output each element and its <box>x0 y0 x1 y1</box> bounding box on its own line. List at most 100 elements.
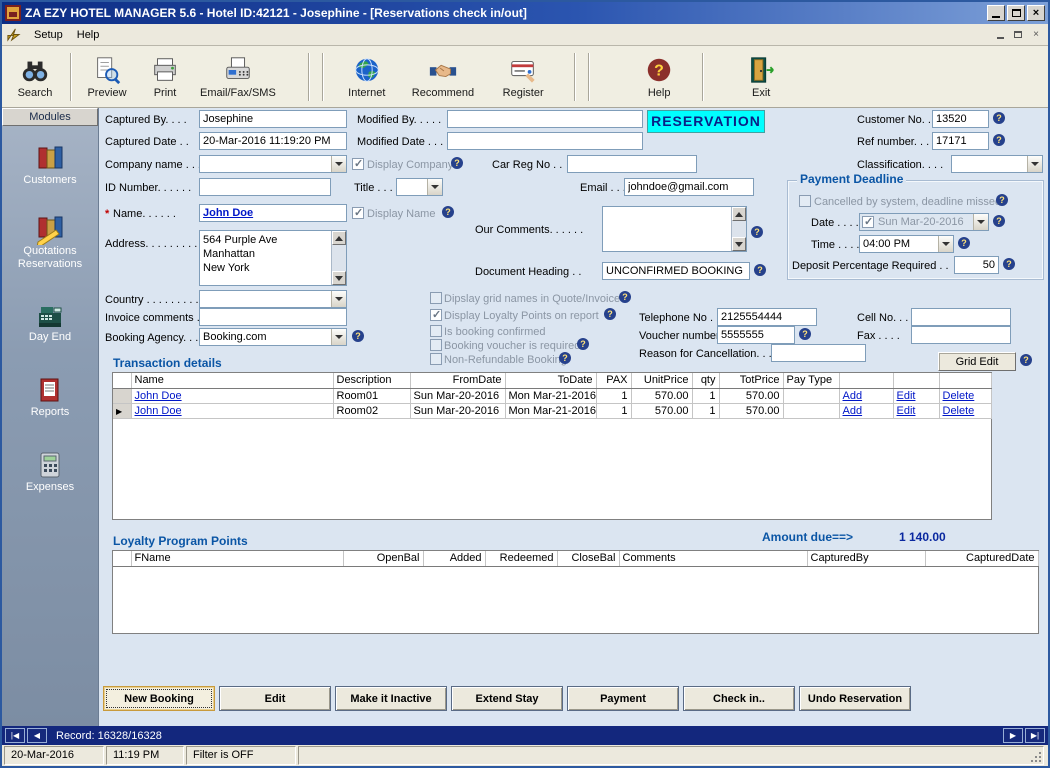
help-icon[interactable] <box>604 308 616 320</box>
col-header-fname[interactable]: FName <box>131 551 343 566</box>
delete-link[interactable]: Delete <box>939 388 991 403</box>
cell-name[interactable]: John Doe <box>131 388 333 403</box>
captured-by-input[interactable] <box>199 110 347 128</box>
deadline-time-combo[interactable]: 04:00 PM <box>859 235 954 253</box>
mdi-close-button[interactable]: × <box>1028 28 1044 42</box>
col-header-capturedby[interactable]: CapturedBy <box>807 551 925 566</box>
mdi-minimize-button[interactable] <box>992 28 1008 42</box>
col-header-totprice[interactable]: TotPrice <box>719 373 783 388</box>
col-header-captureddate[interactable]: CapturedDate <box>925 551 1038 566</box>
help-icon[interactable] <box>993 215 1005 227</box>
edit-button[interactable]: Edit <box>219 686 331 711</box>
help-icon[interactable] <box>442 206 454 218</box>
undo-reservation-button[interactable]: Undo Reservation <box>799 686 911 711</box>
col-header-name[interactable]: Name <box>131 373 333 388</box>
email-fax-sms-button[interactable]: Email/Fax/SMS <box>194 49 282 105</box>
exit-button[interactable]: Exit <box>732 49 790 105</box>
dropdown-arrow-icon[interactable] <box>331 329 346 345</box>
dropdown-arrow-icon[interactable] <box>938 236 953 252</box>
sidebar-item-customers[interactable]: Customers <box>23 142 76 187</box>
deadline-date-combo[interactable]: Sun Mar-20-2016 <box>859 213 989 231</box>
last-record-button[interactable]: ▶| <box>1025 728 1045 743</box>
deposit-input[interactable] <box>954 256 999 274</box>
col-header-comments[interactable]: Comments <box>619 551 807 566</box>
scroll-down-icon[interactable] <box>332 271 346 285</box>
scroll-down-icon[interactable] <box>732 237 746 251</box>
deadline-date-checkbox[interactable] <box>862 216 874 228</box>
non-refundable-checkbox[interactable] <box>430 353 442 365</box>
help-icon[interactable] <box>451 157 463 169</box>
ref-number-input[interactable] <box>932 132 989 150</box>
reason-cancellation-input[interactable] <box>771 344 866 362</box>
help-icon[interactable] <box>751 226 763 238</box>
col-header-closebal[interactable]: CloseBal <box>557 551 619 566</box>
loyalty-report-checkbox[interactable] <box>430 309 442 321</box>
help-icon[interactable] <box>993 112 1005 124</box>
help-icon[interactable] <box>754 264 766 276</box>
company-name-combo[interactable] <box>199 155 347 173</box>
country-combo[interactable] <box>199 290 347 308</box>
col-header-openbal[interactable]: OpenBal <box>343 551 423 566</box>
delete-link[interactable]: Delete <box>939 403 991 418</box>
modified-by-input[interactable] <box>447 110 643 128</box>
internet-button[interactable]: Internet <box>338 49 396 105</box>
col-header-redeemed[interactable]: Redeemed <box>485 551 557 566</box>
first-record-button[interactable]: |◀ <box>5 728 25 743</box>
sidebar-item-quotations-reservations[interactable]: Quotations Reservations <box>18 213 82 271</box>
help-icon[interactable] <box>799 328 811 340</box>
classification-combo[interactable] <box>951 155 1043 173</box>
cell-no-input[interactable] <box>911 308 1011 326</box>
help-icon[interactable] <box>559 352 571 364</box>
next-record-button[interactable]: ▶ <box>1003 728 1023 743</box>
telephone-input[interactable] <box>717 308 817 326</box>
customer-no-input[interactable] <box>932 110 989 128</box>
document-heading-input[interactable] <box>602 262 750 280</box>
mdi-restore-button[interactable] <box>1010 28 1026 42</box>
col-header-added[interactable]: Added <box>423 551 485 566</box>
restore-button[interactable] <box>1007 5 1025 21</box>
help-button[interactable]: ? Help <box>630 49 688 105</box>
col-header-pax[interactable]: PAX <box>596 373 631 388</box>
recommend-button[interactable]: Recommend <box>406 49 480 105</box>
close-button[interactable]: × <box>1027 5 1045 21</box>
help-icon[interactable] <box>958 237 970 249</box>
sidebar-item-day-end[interactable]: Day End <box>29 299 71 344</box>
extend-stay-button[interactable]: Extend Stay <box>451 686 563 711</box>
transaction-row[interactable]: John Doe Room01 Sun Mar-20-2016 Mon Mar-… <box>113 388 991 403</box>
scroll-up-icon[interactable] <box>332 231 346 245</box>
col-header-unitprice[interactable]: UnitPrice <box>631 373 692 388</box>
register-button[interactable]: Register <box>494 49 552 105</box>
print-button[interactable]: Print <box>136 49 194 105</box>
check-in-button[interactable]: Check in.. <box>683 686 795 711</box>
title-combo[interactable] <box>396 178 443 196</box>
col-header-description[interactable]: Description <box>333 373 410 388</box>
menu-setup[interactable]: Setup <box>27 27 70 43</box>
add-link[interactable]: Add <box>839 403 893 418</box>
help-icon[interactable] <box>1003 258 1015 270</box>
modules-header[interactable]: Modules <box>2 108 98 126</box>
dropdown-arrow-icon[interactable] <box>427 179 442 195</box>
display-company-checkbox[interactable] <box>352 158 364 170</box>
sidebar-item-expenses[interactable]: Expenses <box>26 449 74 494</box>
scrollbar[interactable] <box>731 207 746 251</box>
edit-link[interactable]: Edit <box>893 403 939 418</box>
col-header-fromdate[interactable]: FromDate <box>410 373 505 388</box>
add-link[interactable]: Add <box>839 388 893 403</box>
help-icon[interactable] <box>993 134 1005 146</box>
our-comments-box[interactable] <box>602 206 747 252</box>
help-icon[interactable] <box>577 338 589 350</box>
captured-date-input[interactable] <box>199 132 347 150</box>
modified-date-input[interactable] <box>447 132 643 150</box>
col-header-paytype[interactable]: Pay Type <box>783 373 839 388</box>
car-reg-input[interactable] <box>567 155 697 173</box>
col-header-qty[interactable]: qty <box>692 373 719 388</box>
dropdown-arrow-icon[interactable] <box>1027 156 1042 172</box>
cancelled-checkbox[interactable] <box>799 195 811 207</box>
voucher-number-input[interactable] <box>717 326 795 344</box>
edit-link[interactable]: Edit <box>893 388 939 403</box>
minimize-button[interactable] <box>987 5 1005 21</box>
search-button[interactable]: Search <box>6 49 64 105</box>
payment-button[interactable]: Payment <box>567 686 679 711</box>
cell-name[interactable]: John Doe <box>131 403 333 418</box>
make-inactive-button[interactable]: Make it Inactive <box>335 686 447 711</box>
